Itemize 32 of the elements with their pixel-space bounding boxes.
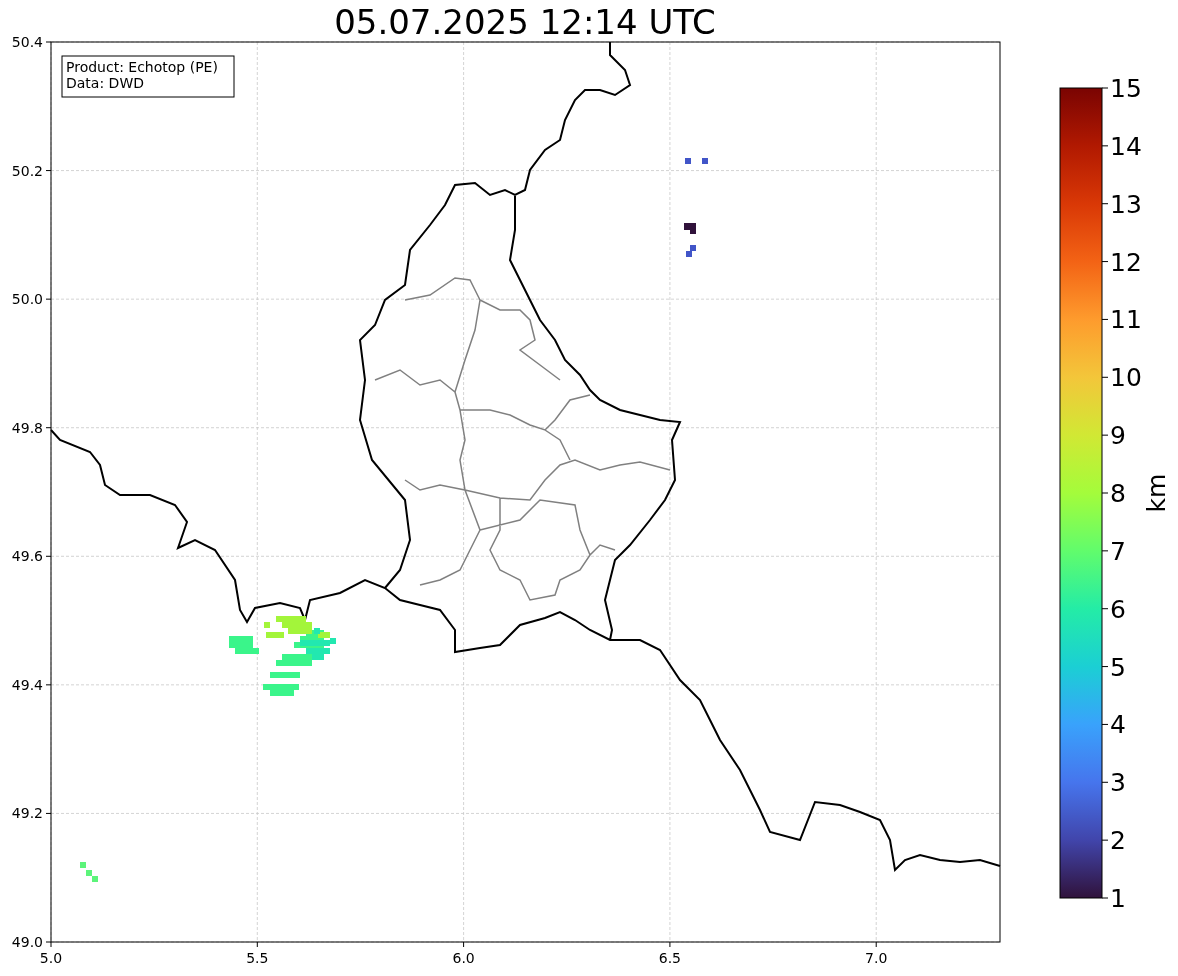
- colorbar-tick-label: 10: [1110, 363, 1142, 393]
- y-tick-label: 49.0: [11, 934, 43, 950]
- colorbar-tick-label: 7: [1110, 536, 1126, 566]
- x-tick-label: 7.0: [865, 950, 888, 966]
- x-tick-label: 6.5: [658, 950, 682, 966]
- info-text: Data: DWD: [66, 75, 144, 91]
- y-tick-label: 50.4: [11, 34, 43, 50]
- y-tick-label: 50.0: [11, 291, 43, 308]
- colorbar-tick-label: 15: [1110, 74, 1142, 103]
- y-tick-label: 49.8: [11, 419, 43, 436]
- colorbar-tick-label: 14: [1110, 131, 1142, 161]
- colorbar-label: km: [1142, 473, 1171, 513]
- x-tick-label: 5.5: [246, 950, 269, 966]
- y-tick-label: 50.2: [11, 162, 43, 179]
- x-tick-label: 5.0: [39, 950, 63, 966]
- colorbar-tick-label: 2: [1110, 826, 1126, 856]
- y-tick-label: 49.4: [11, 676, 43, 693]
- colorbar-tick-label: 11: [1110, 305, 1142, 335]
- y-tick-label: 49.2: [11, 805, 43, 822]
- colorbar-tick-label: 13: [1110, 189, 1142, 219]
- chart-title: 05.07.2025 12:14 UTC: [334, 2, 716, 42]
- colorbar-tick-label: 4: [1110, 710, 1126, 740]
- colorbar-tick-label: 1: [1110, 884, 1126, 913]
- colorbar-tick-label: 5: [1110, 652, 1126, 682]
- colorbar-tick-label: 12: [1110, 247, 1142, 277]
- colorbar-tick-label: 3: [1110, 768, 1126, 798]
- y-tick-label: 49.6: [11, 548, 43, 565]
- colorbar-tick-label: 6: [1110, 594, 1126, 624]
- info-text: Product: Echotop (PE): [66, 59, 218, 75]
- colorbar-tick-label: 9: [1110, 421, 1126, 451]
- colorbar-tick-label: 8: [1110, 479, 1126, 508]
- x-tick-label: 6.0: [452, 950, 475, 966]
